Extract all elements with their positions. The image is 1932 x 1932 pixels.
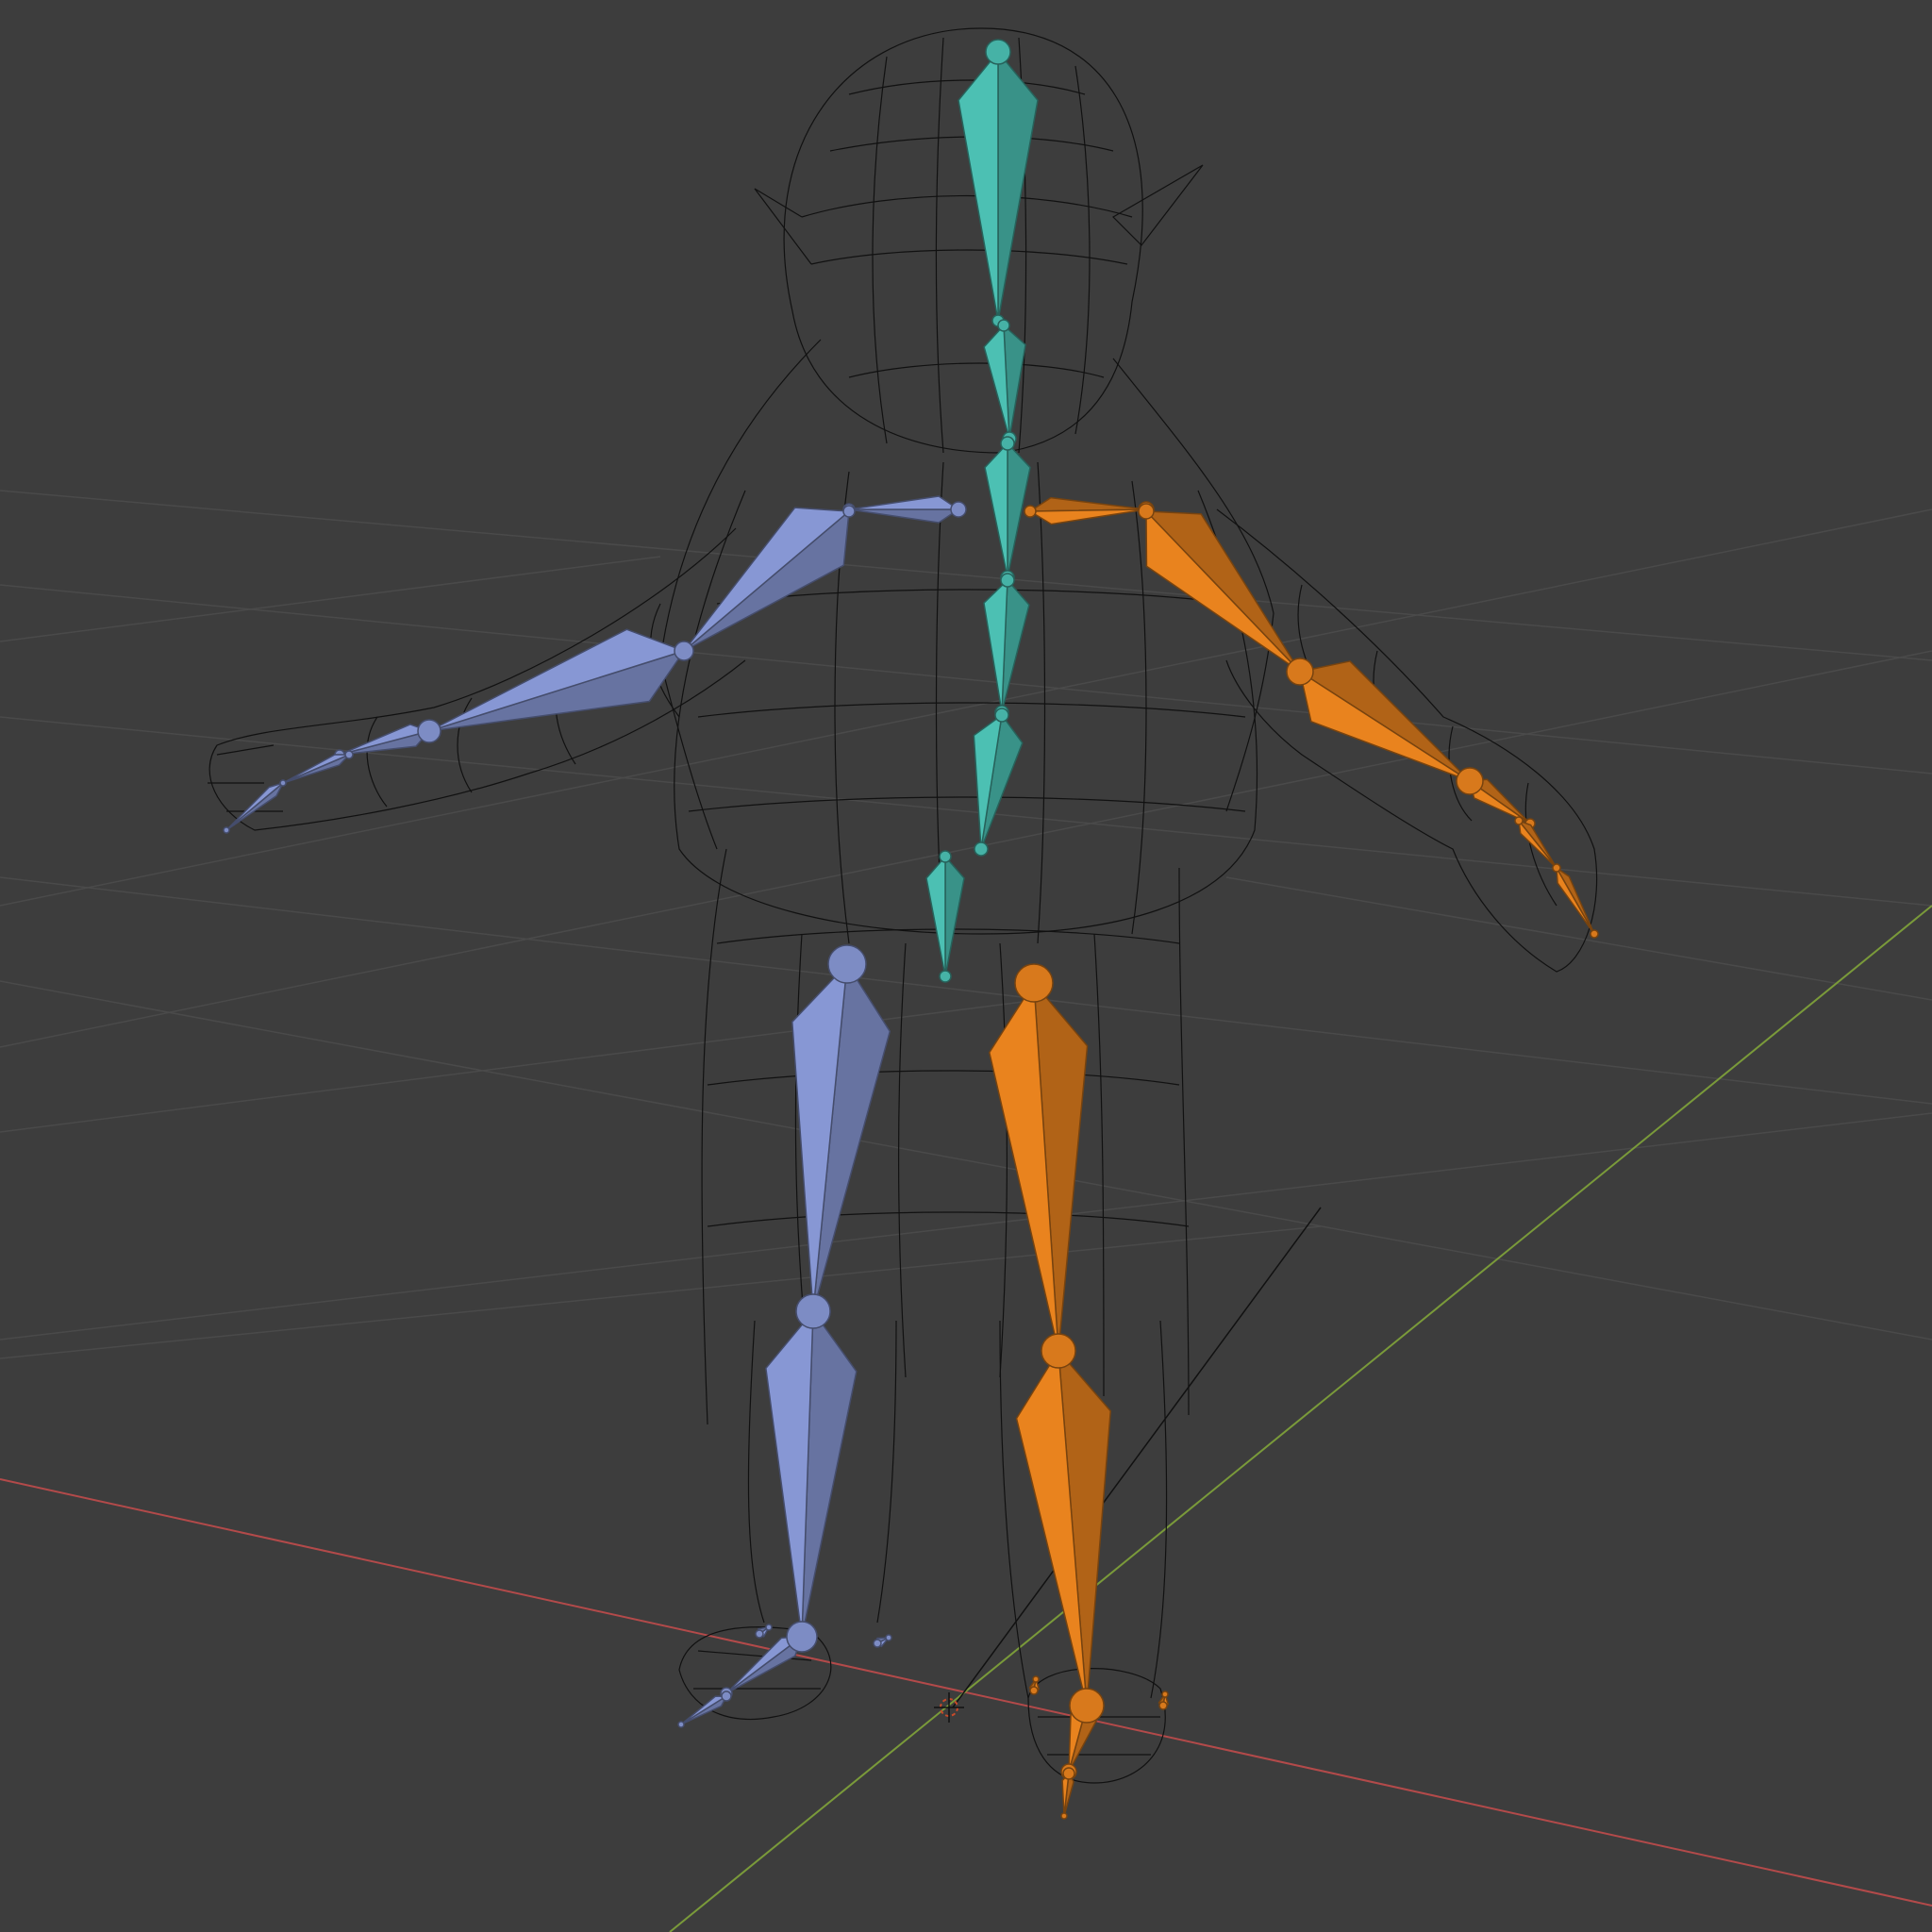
3d-viewport[interactable] <box>0 0 1932 1932</box>
viewport-background <box>0 0 1932 1932</box>
